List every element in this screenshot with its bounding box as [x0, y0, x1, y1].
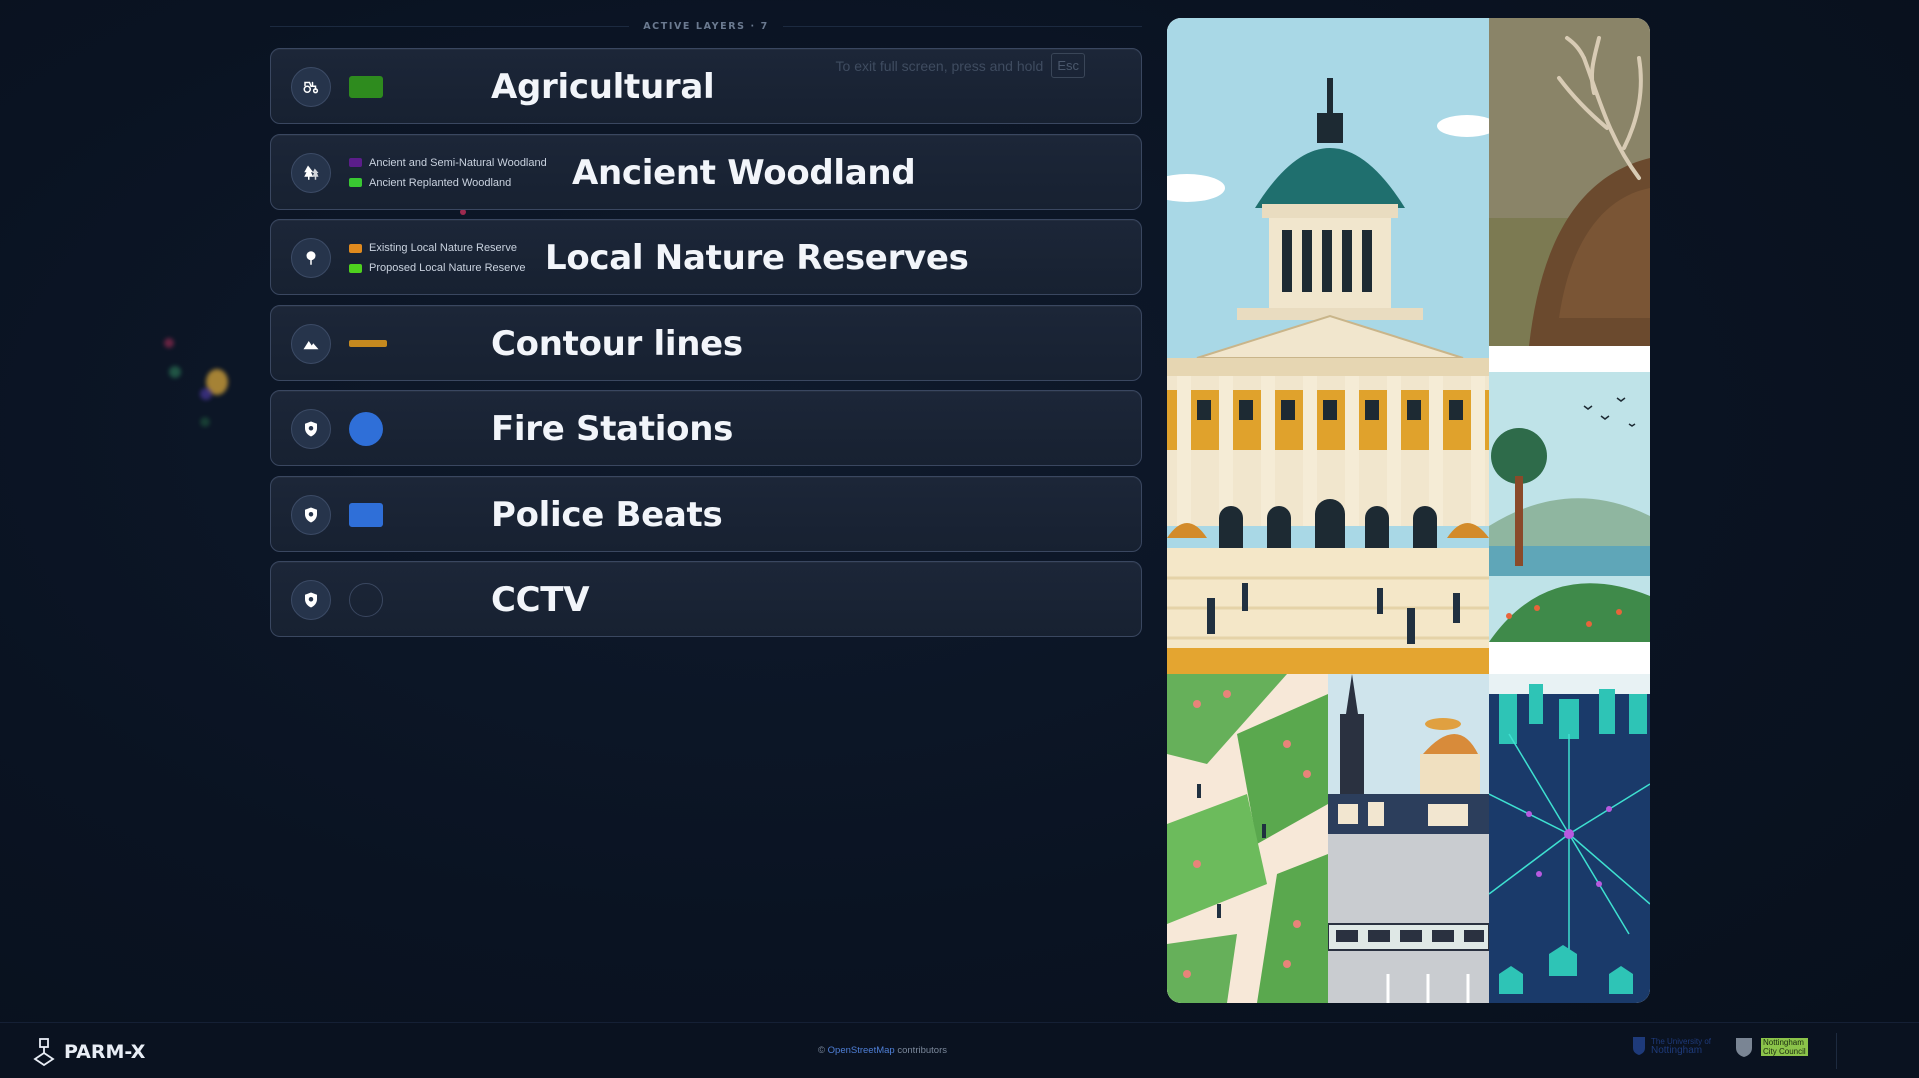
legend-item: Existing Local Nature Reserve: [349, 242, 526, 254]
digital-city-illustration: [1489, 674, 1650, 1003]
layer-swatch: [349, 583, 383, 617]
legend-item: Proposed Local Nature Reserve: [349, 262, 526, 274]
trees-icon[interactable]: [291, 152, 331, 193]
layer-list: Agricultural To exit full screen, press …: [270, 48, 1142, 647]
attribution-prefix: ©: [818, 1045, 825, 1056]
glow-particle: [200, 417, 210, 427]
legend-swatch: [349, 263, 362, 273]
council-house-illustration: [1167, 18, 1489, 674]
tree-icon[interactable]: [291, 238, 331, 278]
layer-swatch: [349, 502, 383, 527]
shield-icon[interactable]: [291, 494, 331, 535]
park-aerial-illustration: [1167, 674, 1328, 1003]
layer-row-cctv[interactable]: CCTV: [270, 561, 1142, 637]
brand-logo[interactable]: PARM-X: [32, 1037, 145, 1067]
layers-header: ACTIVE LAYERS · 7: [270, 18, 1143, 34]
legend-label: Proposed Local Nature Reserve: [369, 262, 526, 274]
layer-swatch-area: [349, 306, 387, 382]
legend-label: Existing Local Nature Reserve: [369, 242, 517, 254]
layer-row-police-beats[interactable]: Police Beats: [270, 475, 1142, 553]
layer-row-ancient-woodland[interactable]: Ancient and Semi-Natural Woodland Ancien…: [270, 133, 1142, 211]
layer-swatch: [349, 340, 387, 347]
layer-legend: Existing Local Nature Reserve Proposed L…: [349, 220, 526, 296]
tractor-icon[interactable]: [291, 67, 331, 107]
university-crest-icon: [1633, 1037, 1645, 1055]
legend-swatch: [349, 158, 362, 167]
attribution-suffix: contributors: [897, 1045, 947, 1056]
council-line1: Nottingham: [1761, 1038, 1808, 1047]
layer-name: Contour lines: [491, 323, 743, 364]
layer-name: Agricultural: [491, 67, 715, 107]
esc-key-badge: Esc: [1051, 53, 1085, 78]
fullscreen-hint-text: To exit full screen, press and hold: [835, 57, 1044, 74]
brand-label: PARM-X: [64, 1041, 146, 1063]
image-collage: [1167, 18, 1650, 1003]
layer-legend: Ancient and Semi-Natural Woodland Ancien…: [349, 135, 547, 211]
header-rule: [270, 25, 630, 27]
layer-swatch: [349, 412, 383, 446]
university-logo: The University of Nottingham: [1632, 1036, 1711, 1056]
legend-label: Ancient and Semi-Natural Woodland: [369, 156, 547, 169]
legend-label: Ancient Replanted Woodland: [369, 176, 512, 189]
legend-swatch: [349, 178, 362, 187]
footer: PARM-X © OpenStreetMap contributors The …: [0, 1022, 1919, 1078]
layer-name: Local Nature Reserves: [545, 238, 969, 278]
glow-particle: [164, 338, 174, 348]
layer-swatch-area: [349, 477, 383, 553]
university-line2: Nottingham: [1651, 1045, 1703, 1056]
header-rule: [782, 25, 1143, 27]
footer-divider: [1836, 1033, 1837, 1069]
glow-particle: [200, 388, 212, 400]
layer-swatch-area: [349, 391, 383, 467]
legend-swatch: [349, 243, 362, 253]
landscape-illustration: [1489, 346, 1650, 674]
layer-name: Police Beats: [491, 494, 723, 535]
layer-swatch: [349, 76, 383, 98]
council-crest-icon: [1736, 1038, 1752, 1057]
legend-item: Ancient Replanted Woodland: [349, 177, 547, 189]
shield-icon[interactable]: [291, 580, 331, 620]
layer-swatch-area: [349, 49, 383, 125]
legend-item: Ancient and Semi-Natural Woodland: [349, 157, 547, 169]
shield-icon[interactable]: [291, 409, 331, 449]
map-attribution: © OpenStreetMap contributors: [818, 1045, 947, 1056]
layer-swatch-area: [349, 562, 383, 638]
brand-icon: [33, 1038, 55, 1067]
layer-name: Fire Stations: [491, 409, 734, 449]
openstreetmap-link[interactable]: OpenStreetMap: [828, 1045, 895, 1056]
glow-particle: [169, 366, 181, 378]
city-square-illustration: [1328, 674, 1489, 1003]
layer-row-local-nature-reserves[interactable]: Existing Local Nature Reserve Proposed L…: [270, 219, 1142, 295]
fullscreen-hint: To exit full screen, press and hold Esc: [836, 53, 1085, 78]
council-line2: City Council: [1761, 1047, 1808, 1056]
layer-row-contour-lines[interactable]: Contour lines: [270, 304, 1142, 382]
city-council-logo: Nottingham City Council: [1732, 1036, 1808, 1058]
layer-row-fire-stations[interactable]: Fire Stations: [270, 390, 1142, 466]
layer-name: Ancient Woodland: [572, 152, 916, 193]
stag-photo: [1489, 18, 1650, 346]
mountain-icon[interactable]: [291, 323, 331, 364]
layer-row-agricultural[interactable]: Agricultural To exit full screen, press …: [270, 48, 1142, 124]
layers-header-title: ACTIVE LAYERS · 7: [643, 20, 769, 32]
layer-name: CCTV: [491, 580, 590, 620]
